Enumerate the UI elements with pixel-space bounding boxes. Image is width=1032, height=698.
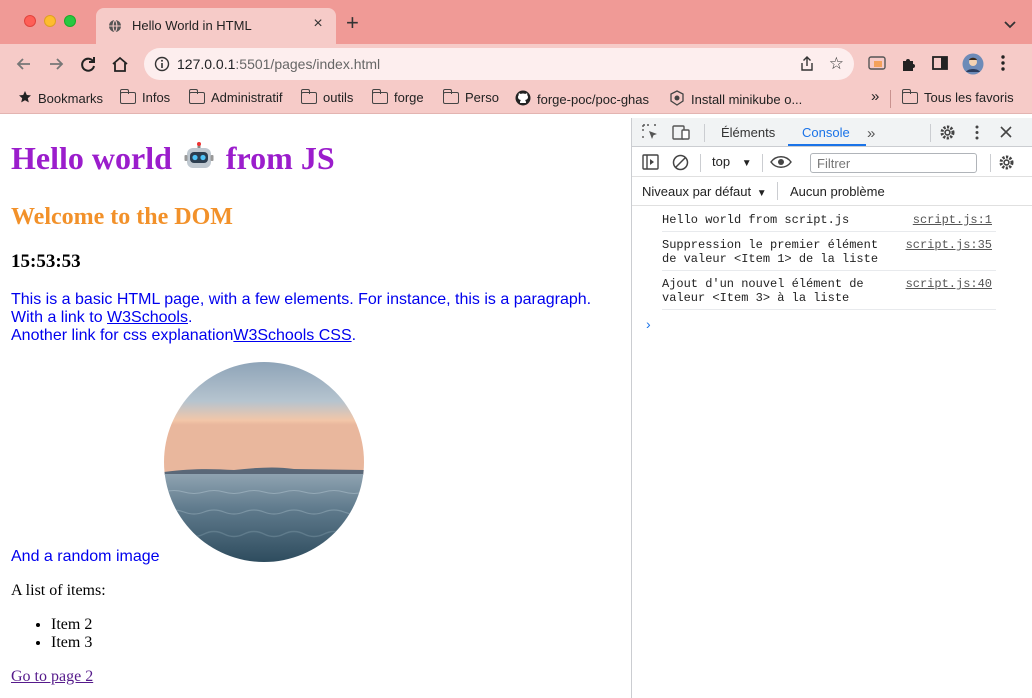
console-settings-gear-icon[interactable] xyxy=(998,154,1015,176)
devtools-separator xyxy=(990,154,991,172)
bookmark-star-icon[interactable]: ☆ xyxy=(829,54,844,74)
source-link[interactable]: script.js:35 xyxy=(906,238,992,252)
globe-icon xyxy=(108,19,122,38)
list-item: Item 3 xyxy=(51,634,92,652)
more-tabs-icon[interactable]: » xyxy=(867,125,875,142)
profile-avatar[interactable] xyxy=(962,53,984,80)
chevron-down-icon[interactable] xyxy=(1004,16,1016,34)
github-icon xyxy=(515,90,531,109)
devtools-separator xyxy=(704,124,705,142)
settings-gear-icon[interactable] xyxy=(939,124,956,146)
bookmark-folder-forge[interactable]: forge xyxy=(371,88,424,105)
w3schools-link[interactable]: W3Schools xyxy=(107,309,188,326)
list-item: Item 2 xyxy=(51,616,92,634)
context-select[interactable]: top ▼ xyxy=(712,154,752,169)
eye-icon[interactable] xyxy=(770,155,792,174)
maximize-window-button[interactable] xyxy=(64,15,76,27)
inspect-element-icon[interactable] xyxy=(642,124,659,146)
list-label: A list of items: xyxy=(11,582,106,599)
cast-icon[interactable] xyxy=(868,55,886,76)
go-to-page-2-link[interactable]: Go to page 2 xyxy=(11,668,93,686)
devtools-panel: Éléments Console » top ▼ Filtrer Niveaux… xyxy=(631,118,1032,698)
minikube-icon xyxy=(669,90,685,109)
random-image xyxy=(164,362,364,562)
bookmark-folder-perso[interactable]: Perso xyxy=(442,88,499,105)
tab-console[interactable]: Console xyxy=(802,125,850,140)
folder-icon xyxy=(442,88,459,104)
bookmarks-separator xyxy=(890,90,891,108)
clock-time: 15:53:53 xyxy=(11,251,81,272)
console-toolbar: top ▼ Filtrer xyxy=(632,148,1032,177)
browser-tab[interactable]: Hello World in HTML × xyxy=(96,8,336,44)
site-info-icon[interactable] xyxy=(154,56,170,77)
tab-bar: Hello World in HTML × + xyxy=(0,0,1032,44)
new-tab-button[interactable]: + xyxy=(346,12,359,34)
close-tab-icon[interactable]: × xyxy=(308,15,328,33)
forward-arrow-icon[interactable] xyxy=(46,54,66,74)
bookmark-folder-administratif[interactable]: Administratif xyxy=(188,88,283,105)
active-tab-indicator xyxy=(788,144,866,146)
bookmarks-bar: Bookmarks Infos Administratif outils for… xyxy=(0,84,1032,114)
folder-icon xyxy=(901,88,918,104)
clear-console-icon[interactable] xyxy=(672,154,689,176)
devtools-separator xyxy=(700,154,701,172)
console-prompt-input[interactable]: › xyxy=(646,316,1032,332)
close-devtools-icon[interactable] xyxy=(999,125,1013,144)
w3schools-css-link[interactable]: W3Schools CSS xyxy=(233,327,351,344)
more-vertical-icon[interactable] xyxy=(1000,54,1006,77)
robot-icon xyxy=(184,142,214,180)
devtools-menu-icon[interactable] xyxy=(975,125,979,145)
dropdown-arrow-icon: ▼ xyxy=(756,188,767,199)
folder-icon xyxy=(371,88,388,104)
console-message: Suppression le premier élément de valeur… xyxy=(662,232,996,271)
share-icon[interactable] xyxy=(800,56,814,77)
folder-icon xyxy=(300,88,317,104)
devtools-separator xyxy=(777,182,778,200)
home-icon[interactable] xyxy=(110,54,130,74)
console-log: Hello world from script.js script.js:1 S… xyxy=(632,207,1032,332)
console-message: Ajout d'un nouvel élément de valeur <Ite… xyxy=(662,271,996,310)
page-title: Hello world from JS xyxy=(11,140,335,180)
sidebar-toggle-icon[interactable] xyxy=(642,154,659,175)
source-link[interactable]: script.js:40 xyxy=(906,277,992,291)
reload-icon[interactable] xyxy=(78,54,98,74)
dropdown-arrow-icon: ▼ xyxy=(741,158,752,169)
issues-count[interactable]: Aucun problème xyxy=(790,184,885,199)
image-caption: And a random image xyxy=(11,548,160,565)
web-page: Hello world from JS Welcome to the DOM 1… xyxy=(0,118,631,698)
bookmark-bookmarks[interactable]: Bookmarks xyxy=(18,90,103,107)
console-filter-input[interactable]: Filtrer xyxy=(810,153,977,173)
close-window-button[interactable] xyxy=(24,15,36,27)
extensions-puzzle-icon[interactable] xyxy=(900,55,918,78)
minimize-window-button[interactable] xyxy=(44,15,56,27)
back-arrow-icon[interactable] xyxy=(14,54,34,74)
url-text: 127.0.0.1:5501/pages/index.html xyxy=(177,56,381,72)
console-levels-bar: Niveaux par défaut ▼ Aucun problème xyxy=(632,178,1032,206)
page-subtitle: Welcome to the DOM xyxy=(11,204,233,230)
bookmark-all-favorites[interactable]: Tous les favoris xyxy=(901,88,1014,105)
side-panel-icon[interactable] xyxy=(932,55,948,76)
bookmark-folder-outils[interactable]: outils xyxy=(300,88,353,105)
intro-paragraph: This is a basic HTML page, with a few el… xyxy=(11,291,592,344)
devtools-separator xyxy=(762,154,763,172)
bookmark-folder-infos[interactable]: Infos xyxy=(119,88,170,105)
tab-title: Hello World in HTML xyxy=(132,18,252,33)
star-icon xyxy=(18,90,32,107)
console-message: Hello world from script.js script.js:1 xyxy=(662,207,996,232)
tab-elements[interactable]: Éléments xyxy=(721,125,775,140)
folder-icon xyxy=(188,88,205,104)
folder-icon xyxy=(119,88,136,104)
address-bar[interactable]: 127.0.0.1:5501/pages/index.html ☆ xyxy=(144,48,854,80)
source-link[interactable]: script.js:1 xyxy=(913,213,992,227)
devtools-separator xyxy=(930,124,931,142)
devtools-tab-bar: Éléments Console » xyxy=(632,118,1032,147)
bookmarks-overflow-button[interactable]: » xyxy=(871,88,879,105)
bookmark-forge-poc[interactable]: forge-poc/poc-ghas xyxy=(515,90,649,109)
log-levels-dropdown[interactable]: Niveaux par défaut ▼ xyxy=(642,184,767,199)
items-list: Item 2 Item 3 xyxy=(51,616,92,652)
bookmark-minikube[interactable]: Install minikube o... xyxy=(669,90,802,109)
browser-toolbar: 127.0.0.1:5501/pages/index.html ☆ xyxy=(0,44,1032,84)
device-toolbar-icon[interactable] xyxy=(672,124,690,146)
